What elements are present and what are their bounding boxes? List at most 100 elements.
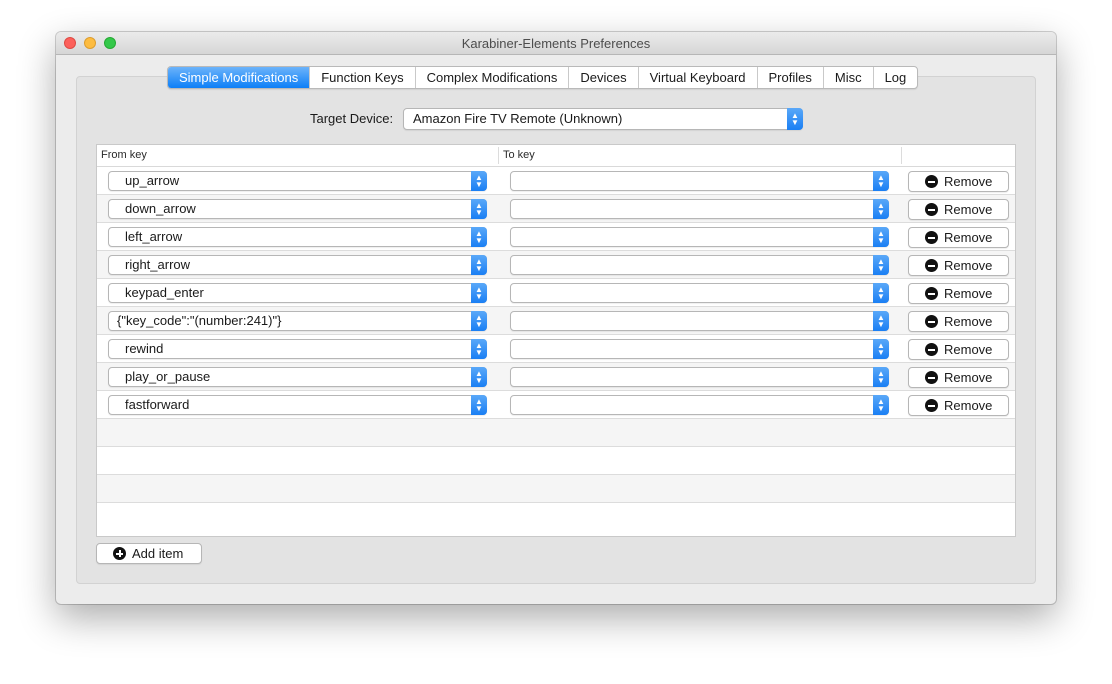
minus-circle-icon — [925, 343, 938, 356]
tab-profiles[interactable]: Profiles — [756, 67, 823, 88]
remove-button[interactable]: Remove — [908, 255, 1009, 276]
popup-arrows-icon: ▲ ▼ — [471, 255, 487, 275]
popup-arrows-icon: ▲ ▼ — [873, 283, 889, 303]
tab-simple-modifications[interactable]: Simple Modifications — [168, 67, 310, 88]
from-key-value: right_arrow — [125, 257, 191, 272]
to-key-popup[interactable]: ▲ ▼ — [510, 227, 889, 247]
from-key-value: left_arrow — [125, 229, 183, 244]
remove-label: Remove — [944, 258, 993, 273]
from-key-popup[interactable]: left_arrow ▲ ▼ — [108, 227, 487, 247]
to-key-header: To key — [503, 149, 535, 161]
modifications-table: From key To key up_arrow ▲ ▼ ▲ ▼ Remove down_a… — [96, 144, 1016, 537]
empty-table-row — [97, 447, 1015, 475]
minus-circle-icon — [925, 315, 938, 328]
from-key-popup[interactable]: rewind ▲ ▼ — [108, 339, 487, 359]
preferences-window: Karabiner-Elements Preferences Simple Mo… — [56, 32, 1056, 604]
popup-arrows-icon: ▲ ▼ — [873, 367, 889, 387]
popup-arrows-icon: ▲ ▼ — [873, 199, 889, 219]
from-key-value: play_or_pause — [125, 369, 211, 384]
column-divider — [901, 147, 902, 164]
to-key-popup[interactable]: ▲ ▼ — [510, 339, 889, 359]
to-key-popup[interactable]: ▲ ▼ — [510, 395, 889, 415]
from-key-popup[interactable]: keypad_enter ▲ ▼ — [108, 283, 487, 303]
remove-label: Remove — [944, 202, 993, 217]
remove-label: Remove — [944, 370, 993, 385]
minus-circle-icon — [925, 399, 938, 412]
from-key-popup[interactable]: right_arrow ▲ ▼ — [108, 255, 487, 275]
to-key-popup[interactable]: ▲ ▼ — [510, 283, 889, 303]
popup-arrows-icon: ▲ ▼ — [873, 339, 889, 359]
target-device-label: Target Device: — [310, 111, 394, 126]
popup-arrows-icon: ▲ ▼ — [471, 171, 487, 191]
popup-arrows-icon: ▲ ▼ — [471, 367, 487, 387]
tab-virtual-keyboard[interactable]: Virtual Keyboard — [637, 67, 757, 88]
remove-button[interactable]: Remove — [908, 283, 1009, 304]
to-key-popup[interactable]: ▲ ▼ — [510, 255, 889, 275]
remove-button[interactable]: Remove — [908, 395, 1009, 416]
tab-complex-modifications[interactable]: Complex Modifications — [414, 67, 569, 88]
remove-button[interactable]: Remove — [908, 311, 1009, 332]
target-device-value: Amazon Fire TV Remote (Unknown) — [413, 111, 623, 126]
to-key-popup[interactable]: ▲ ▼ — [510, 311, 889, 331]
from-key-popup[interactable]: play_or_pause ▲ ▼ — [108, 367, 487, 387]
minus-circle-icon — [925, 203, 938, 216]
add-item-button[interactable]: Add item — [96, 543, 202, 564]
table-row: up_arrow ▲ ▼ ▲ ▼ Remove — [97, 167, 1015, 195]
table-row: play_or_pause ▲ ▼ ▲ ▼ Remove — [97, 363, 1015, 391]
table-row: {"key_code":"(number:241)"} ▲ ▼ ▲ ▼ Remove — [97, 307, 1015, 335]
target-device-popup[interactable]: Amazon Fire TV Remote (Unknown) ▲ ▼ — [403, 108, 803, 130]
remove-label: Remove — [944, 286, 993, 301]
empty-table-row — [97, 419, 1015, 447]
popup-arrows-icon: ▲ ▼ — [873, 227, 889, 247]
popup-arrows-icon: ▲ ▼ — [471, 311, 487, 331]
empty-table-row — [97, 503, 1015, 531]
remove-button[interactable]: Remove — [908, 171, 1009, 192]
popup-arrows-icon: ▲ ▼ — [471, 395, 487, 415]
popup-arrows-icon: ▲ ▼ — [471, 227, 487, 247]
to-key-popup[interactable]: ▲ ▼ — [510, 171, 889, 191]
from-key-header: From key — [101, 149, 147, 161]
to-key-popup[interactable]: ▲ ▼ — [510, 367, 889, 387]
remove-label: Remove — [944, 398, 993, 413]
tab-misc[interactable]: Misc — [822, 67, 873, 88]
remove-label: Remove — [944, 342, 993, 357]
popup-arrows-icon: ▲ ▼ — [471, 339, 487, 359]
popup-arrows-icon: ▲ ▼ — [471, 283, 487, 303]
from-key-value: up_arrow — [125, 173, 180, 188]
from-key-value: {"key_code":"(number:241)"} — [117, 313, 282, 328]
column-divider — [498, 147, 499, 164]
table-row: rewind ▲ ▼ ▲ ▼ Remove — [97, 335, 1015, 363]
remove-button[interactable]: Remove — [908, 227, 1009, 248]
window-title: Karabiner-Elements Preferences — [461, 36, 651, 51]
from-key-value: keypad_enter — [125, 285, 204, 300]
from-key-popup[interactable]: up_arrow ▲ ▼ — [108, 171, 487, 191]
minus-circle-icon — [925, 231, 938, 244]
title-bar[interactable]: Karabiner-Elements Preferences — [56, 32, 1056, 55]
table-row: right_arrow ▲ ▼ ▲ ▼ Remove — [97, 251, 1015, 279]
popup-arrows-icon: ▲ ▼ — [471, 199, 487, 219]
table-header: From key To key — [97, 145, 1015, 167]
from-key-popup[interactable]: down_arrow ▲ ▼ — [108, 199, 487, 219]
from-key-value: down_arrow — [125, 201, 196, 216]
remove-button[interactable]: Remove — [908, 199, 1009, 220]
add-item-label: Add item — [132, 546, 184, 561]
tab-function-keys[interactable]: Function Keys — [309, 67, 414, 88]
minus-circle-icon — [925, 371, 938, 384]
tab-log[interactable]: Log — [872, 67, 918, 88]
tab-devices[interactable]: Devices — [568, 67, 637, 88]
minus-circle-icon — [925, 287, 938, 300]
popup-arrows-icon: ▲ ▼ — [873, 255, 889, 275]
from-key-popup[interactable]: fastforward ▲ ▼ — [108, 395, 487, 415]
to-key-popup[interactable]: ▲ ▼ — [510, 199, 889, 219]
popup-arrows-icon: ▲ ▼ — [873, 311, 889, 331]
remove-button[interactable]: Remove — [908, 367, 1009, 388]
remove-button[interactable]: Remove — [908, 339, 1009, 360]
popup-arrows-icon: ▲ ▼ — [873, 395, 889, 415]
minus-circle-icon — [925, 259, 938, 272]
from-key-popup[interactable]: {"key_code":"(number:241)"} ▲ ▼ — [108, 311, 487, 331]
from-key-value: rewind — [125, 341, 164, 356]
table-row: left_arrow ▲ ▼ ▲ ▼ Remove — [97, 223, 1015, 251]
table-row: down_arrow ▲ ▼ ▲ ▼ Remove — [97, 195, 1015, 223]
popup-arrows-icon: ▲ ▼ — [787, 108, 803, 130]
plus-circle-icon — [113, 547, 126, 560]
